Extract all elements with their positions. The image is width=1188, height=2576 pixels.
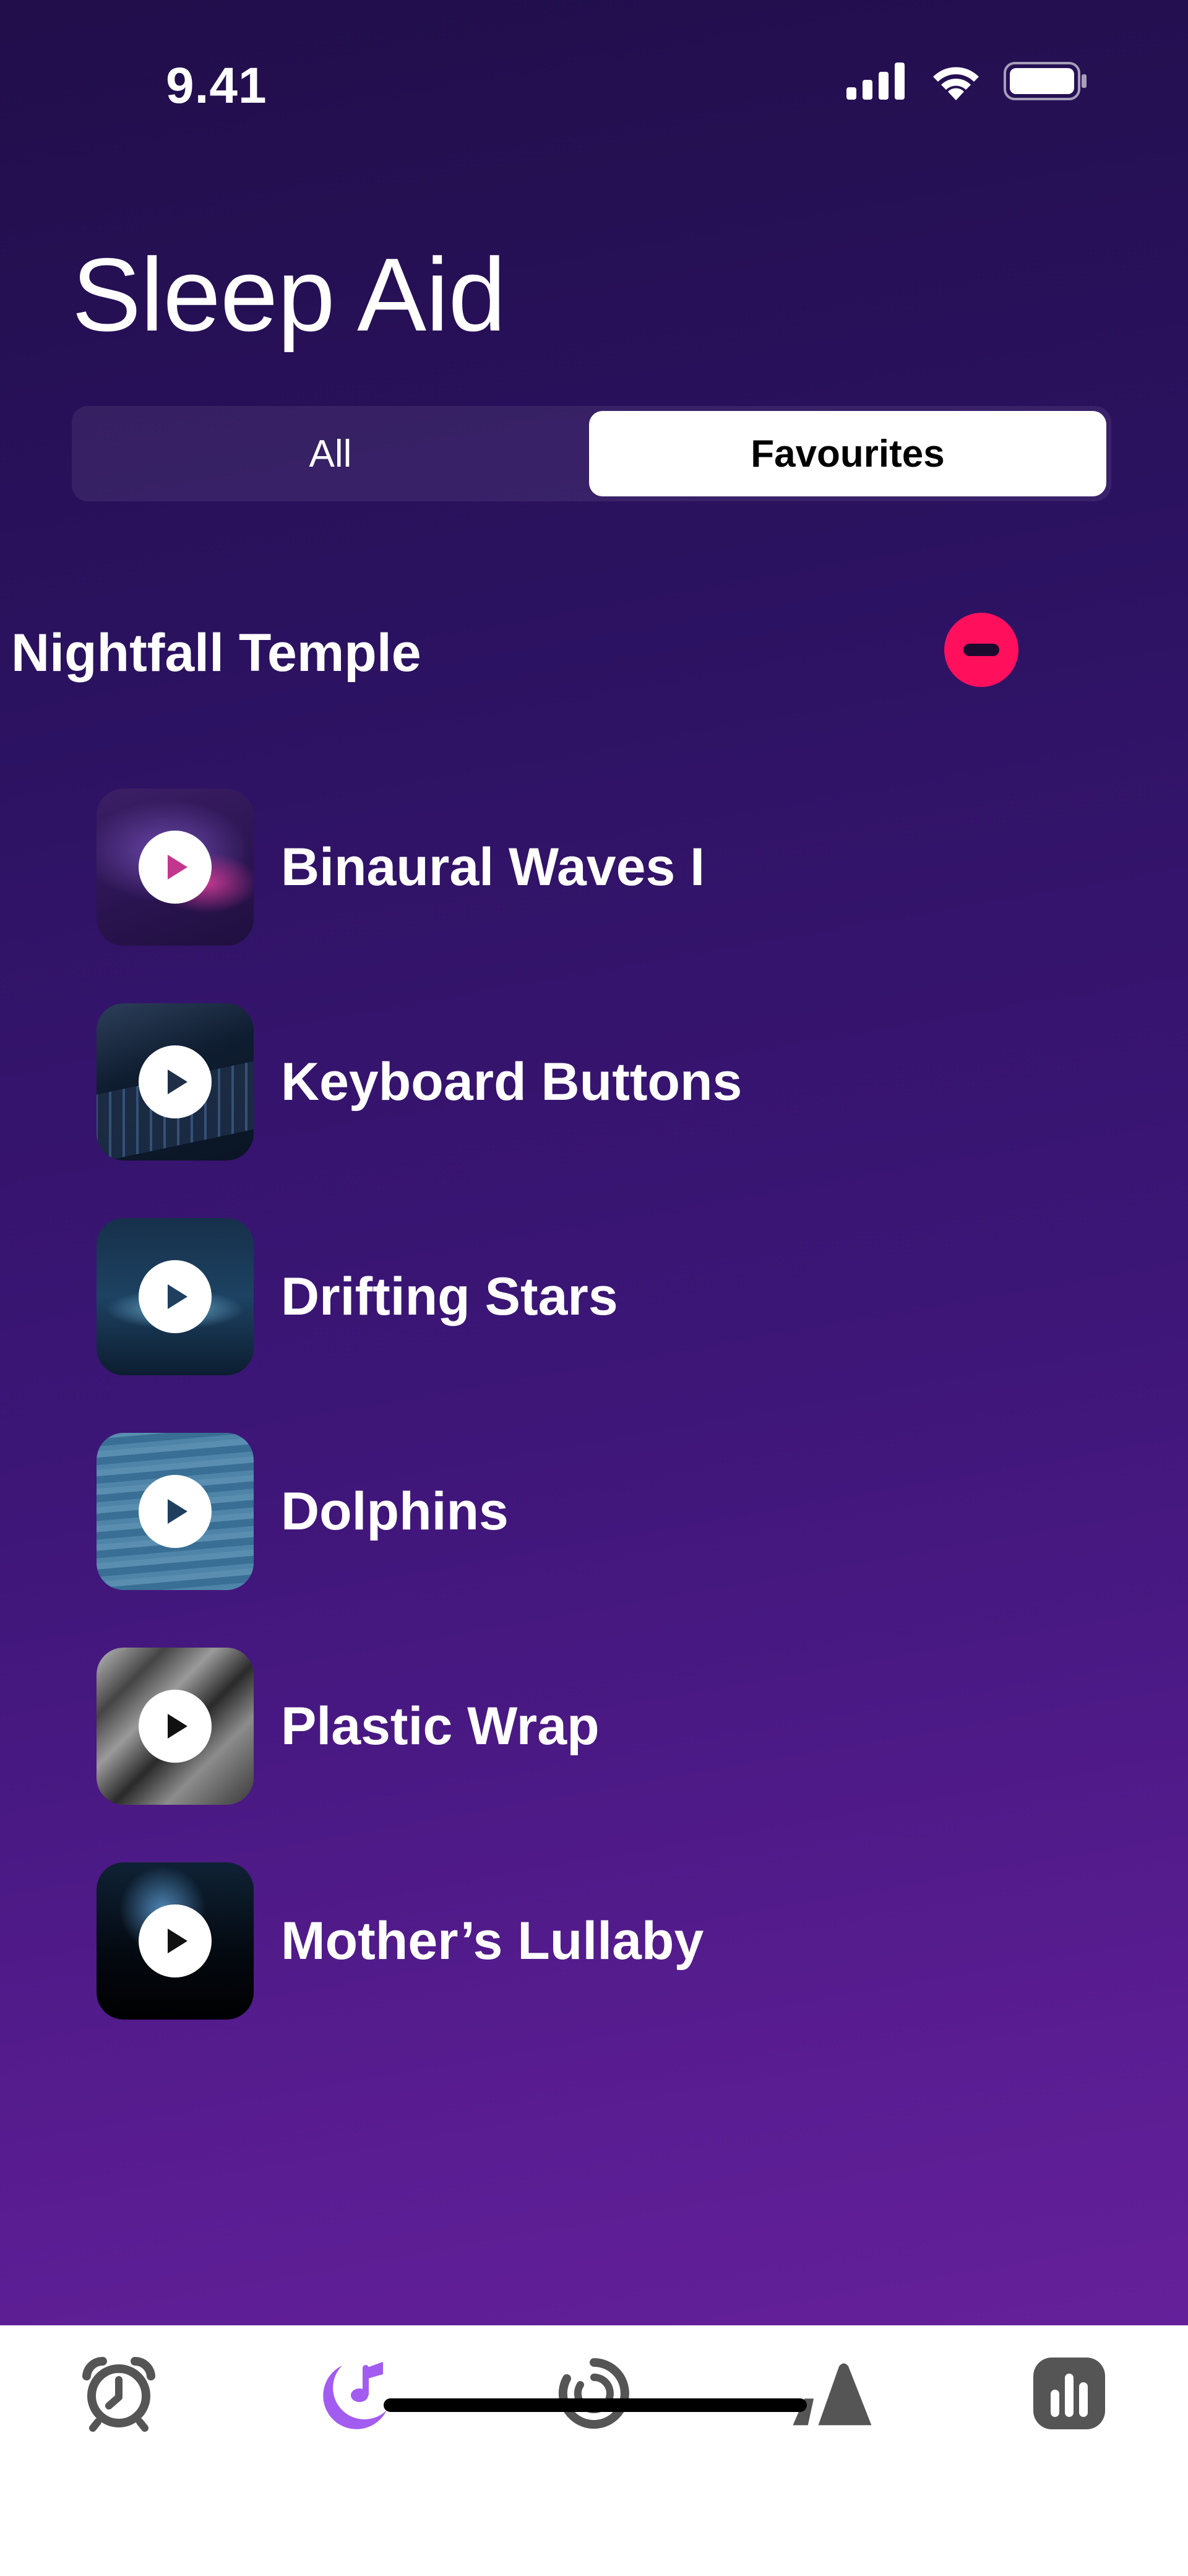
sound-label: Plastic Wrap — [281, 1696, 600, 1756]
sound-list: Binaural Waves I Keyboard Buttons Drifti… — [97, 789, 1087, 2077]
list-item[interactable]: Binaural Waves I — [97, 789, 1087, 946]
play-icon — [168, 1929, 187, 1953]
list-item[interactable]: Mother’s Lullaby — [97, 1862, 1087, 2020]
tab-all[interactable]: All — [72, 406, 589, 501]
sound-thumbnail — [97, 1003, 254, 1160]
status-icons — [846, 62, 1088, 103]
tab-mountains[interactable] — [788, 2350, 875, 2437]
status-bar: 9.41 — [0, 0, 1188, 155]
list-item[interactable]: Keyboard Buttons — [97, 1003, 1087, 1160]
sound-label: Binaural Waves I — [281, 837, 705, 897]
list-item[interactable]: Dolphins — [97, 1433, 1087, 1590]
alarm-clock-icon — [82, 2356, 155, 2432]
play-button[interactable] — [139, 831, 212, 904]
mountains-icon — [793, 2363, 872, 2426]
remove-button[interactable] — [944, 613, 1018, 687]
tab-sleep-aid[interactable] — [313, 2350, 400, 2437]
tab-stats[interactable] — [1026, 2350, 1113, 2437]
tab-favourites[interactable]: Favourites — [589, 411, 1106, 496]
home-indicator[interactable] — [384, 2398, 807, 2412]
sleep-moon-music-icon — [323, 2362, 387, 2429]
battery-icon — [1004, 62, 1088, 103]
minus-icon — [963, 644, 999, 656]
play-button[interactable] — [139, 1904, 212, 1977]
tab-icons — [0, 2325, 1188, 2449]
sound-label: Drifting Stars — [281, 1266, 618, 1326]
tab-alarm[interactable] — [75, 2350, 162, 2437]
sound-label: Dolphins — [281, 1481, 509, 1541]
sound-thumbnail — [97, 1218, 254, 1375]
segmented-control: All Favourites — [72, 406, 1111, 501]
tab-bar — [0, 2325, 1188, 2576]
page-title: Sleep Aid — [72, 236, 506, 353]
play-icon — [168, 1714, 187, 1739]
sound-thumbnail — [97, 1648, 254, 1805]
play-icon — [168, 1070, 187, 1094]
play-button[interactable] — [139, 1260, 212, 1333]
sleep-aid-screen: 9.41 Sleep Aid All Favourites Nightfall … — [0, 0, 1188, 2576]
play-button[interactable] — [139, 1690, 212, 1763]
play-button[interactable] — [139, 1475, 212, 1548]
stats-chart-icon — [1033, 2358, 1105, 2429]
sound-thumbnail — [97, 789, 254, 946]
section-title: Nightfall Temple — [11, 623, 421, 683]
play-icon — [168, 1499, 187, 1524]
section-header: Nightfall Temple — [11, 613, 1032, 693]
progress-ring-icon — [558, 2358, 629, 2429]
play-icon — [168, 1284, 187, 1309]
sound-label: Keyboard Buttons — [281, 1052, 742, 1112]
sound-thumbnail — [97, 1862, 254, 2020]
tab-progress[interactable] — [551, 2350, 637, 2437]
play-icon — [168, 855, 187, 880]
sound-thumbnail — [97, 1433, 254, 1590]
cellular-signal-icon — [846, 63, 908, 103]
sound-label: Mother’s Lullaby — [281, 1911, 704, 1971]
wifi-icon — [929, 62, 983, 103]
list-item[interactable]: Plastic Wrap — [97, 1648, 1087, 1805]
list-item[interactable]: Drifting Stars — [97, 1218, 1087, 1375]
play-button[interactable] — [139, 1045, 212, 1118]
status-time: 9.41 — [166, 58, 267, 114]
